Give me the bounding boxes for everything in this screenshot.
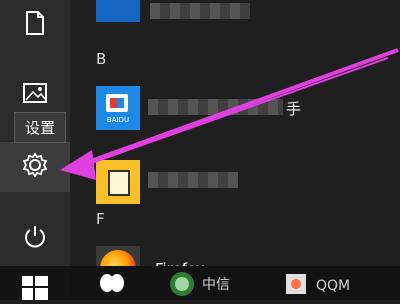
windows-start-button[interactable]: [0, 266, 70, 300]
taskbar-app-2-icon: [170, 272, 194, 296]
taskbar-app-1[interactable]: [98, 270, 126, 296]
taskbar-app-2[interactable]: [168, 270, 196, 296]
taskbar-app-3[interactable]: [282, 270, 310, 296]
taskbar-app-2-label: 中信: [202, 277, 230, 293]
taskbar-app-3-label: QQM: [316, 278, 351, 294]
taskbar-app-3-icon: [286, 274, 306, 294]
annotation-arrows: [60, 48, 399, 180]
taskbar-app-1-icon: [100, 274, 124, 292]
